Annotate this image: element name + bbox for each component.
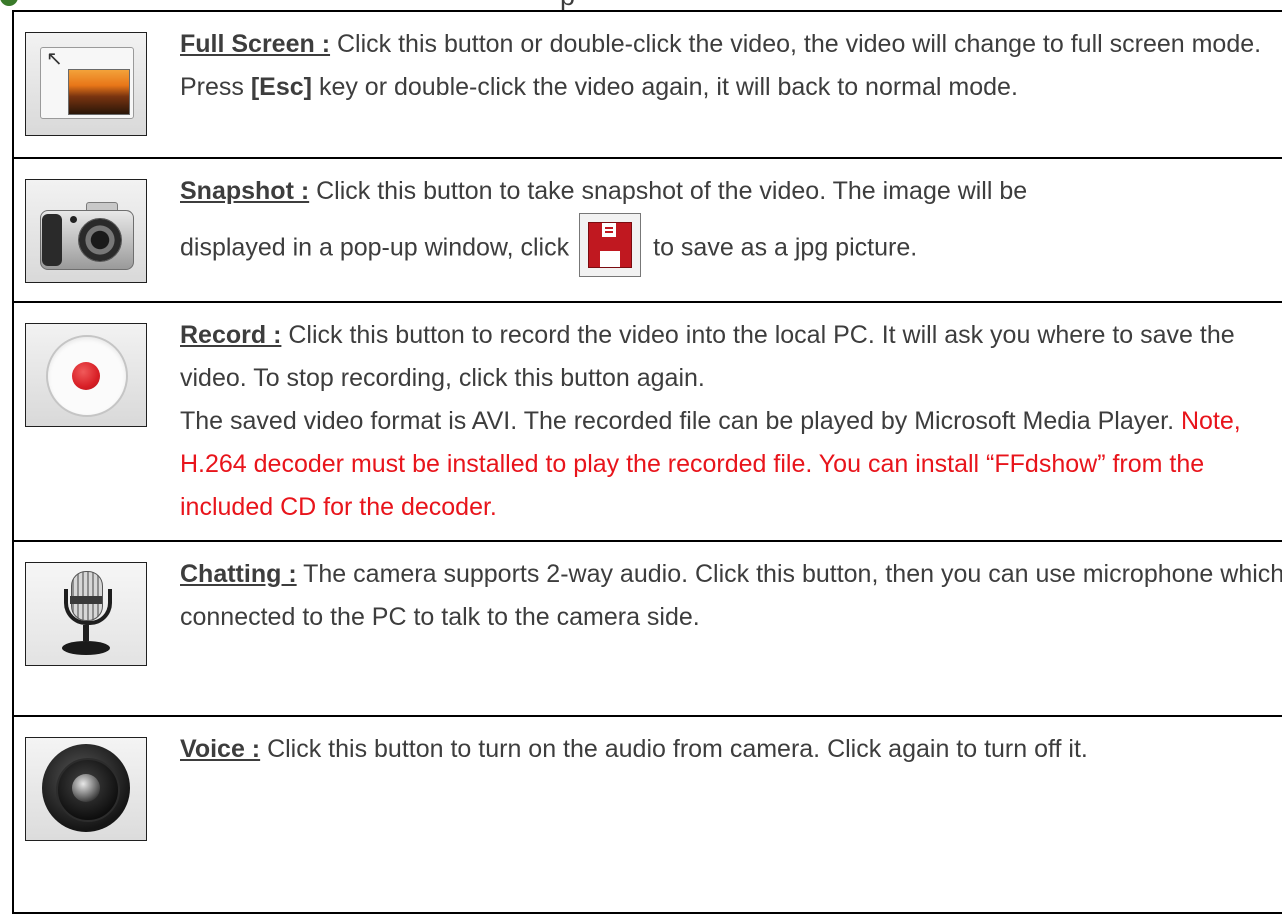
icon-cell — [12, 301, 154, 542]
table-row-chatting: Chatting : The camera supports 2-way aud… — [12, 540, 1282, 717]
table-row-snapshot: Snapshot : Click this button to take sna… — [12, 157, 1282, 303]
voice-title: Voice : — [180, 735, 261, 763]
full-screen-description: Full Screen : Click this button or doubl… — [180, 12, 1282, 109]
chatting-text: The camera supports 2-way audio. Click t… — [180, 560, 1282, 631]
description-cell: Voice : Click this button to turn on the… — [154, 715, 1282, 914]
speaker-icon — [25, 737, 147, 841]
icon-cell — [12, 157, 154, 303]
record-title: Record : — [180, 321, 282, 349]
record-text-2: The saved video format is AVI. The recor… — [180, 407, 1181, 435]
snapshot-text: Click this button to take snapshot of th… — [309, 177, 1028, 205]
chatting-description: Chatting : The camera supports 2-way aud… — [180, 542, 1282, 639]
full-screen-text-2b: key or double-click the video again, it … — [312, 73, 1018, 101]
table-row-full-screen: ↖ Full Screen : Click this button or dou… — [12, 10, 1282, 159]
icon-cell — [12, 540, 154, 717]
record-description: Record : Click this button to record the… — [180, 303, 1282, 529]
record-text: Click this button to record the video in… — [180, 321, 1235, 392]
chatting-title: Chatting : — [180, 560, 297, 588]
top-fragment-text: p — [560, 0, 575, 10]
bullet-icon — [0, 0, 18, 6]
camera-icon — [25, 179, 147, 283]
voice-description: Voice : Click this button to turn on the… — [180, 717, 1282, 771]
full-screen-text-2a: Press — [180, 73, 251, 101]
description-cell: Snapshot : Click this button to take sna… — [154, 157, 1282, 303]
snapshot-title: Snapshot : — [180, 177, 310, 205]
table-row-voice: Voice : Click this button to turn on the… — [12, 715, 1282, 914]
description-cell: Chatting : The camera supports 2-way aud… — [154, 540, 1282, 717]
record-icon — [25, 323, 147, 427]
snapshot-text-2a: displayed in a pop-up window, click — [180, 233, 570, 262]
table-row-record: Record : Click this button to record the… — [12, 301, 1282, 542]
snapshot-text-line-2: displayed in a pop-up window, click to sa… — [180, 213, 1282, 281]
description-cell: Full Screen : Click this button or doubl… — [154, 10, 1282, 159]
snapshot-description: Snapshot : Click this button to take sna… — [180, 159, 1282, 281]
snapshot-text-2b: to save as a jpg picture. — [653, 233, 918, 262]
voice-text: Click this button to turn on the audio f… — [260, 735, 1088, 763]
description-cell: Record : Click this button to record the… — [154, 301, 1282, 542]
full-screen-title: Full Screen : — [180, 30, 331, 58]
page-top-fragment: p — [0, 0, 1282, 10]
full-screen-text: Click this button or double-click the vi… — [330, 30, 1262, 58]
button-function-table: ↖ Full Screen : Click this button or dou… — [12, 10, 1282, 914]
microphone-icon — [25, 562, 147, 666]
icon-cell: ↖ — [12, 10, 154, 159]
esc-key-label: [Esc] — [250, 73, 312, 101]
fullscreen-icon: ↖ — [25, 32, 147, 136]
icon-cell — [12, 715, 154, 914]
save-floppy-icon — [579, 213, 642, 277]
